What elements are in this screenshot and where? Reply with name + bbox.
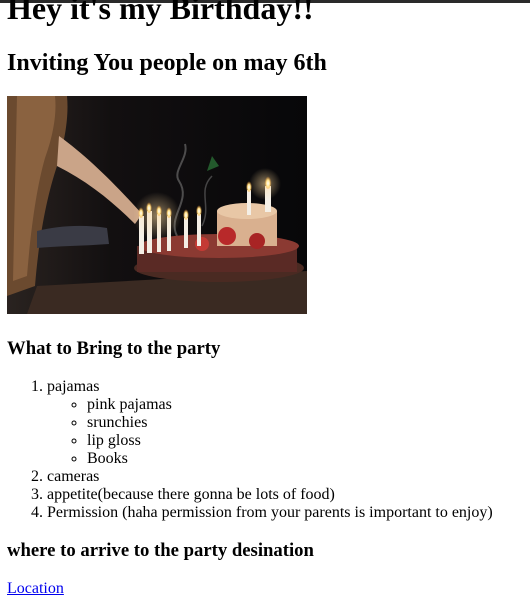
cake-photo-illustration [7, 96, 307, 314]
birthday-cake-photo [7, 96, 307, 314]
pajama-sub-list: pink pajamas srunchies lip gloss Books [47, 396, 493, 468]
page-subtitle: Inviting You people on may 6th [7, 50, 327, 76]
sub-list-item: srunchies [87, 414, 493, 432]
sub-list-item: lip gloss [87, 432, 493, 450]
location-link[interactable]: Location [7, 580, 64, 598]
list-item: appetite(because there gonna be lots of … [47, 486, 493, 504]
sub-list-item: Books [87, 450, 493, 468]
list-item-label: pajamas [47, 378, 100, 395]
arrive-heading: where to arrive to the party desination [7, 540, 314, 561]
list-item: cameras [47, 468, 493, 486]
sub-list-item: pink pajamas [87, 396, 493, 414]
bring-heading: What to Bring to the party [7, 338, 221, 359]
page-title: Hey it's my Birthday!! [7, 0, 314, 26]
bring-list: pajamas pink pajamas srunchies lip gloss… [7, 378, 493, 522]
list-item: Permission (haha permission from your pa… [47, 504, 493, 522]
list-item: pajamas pink pajamas srunchies lip gloss… [47, 378, 493, 468]
